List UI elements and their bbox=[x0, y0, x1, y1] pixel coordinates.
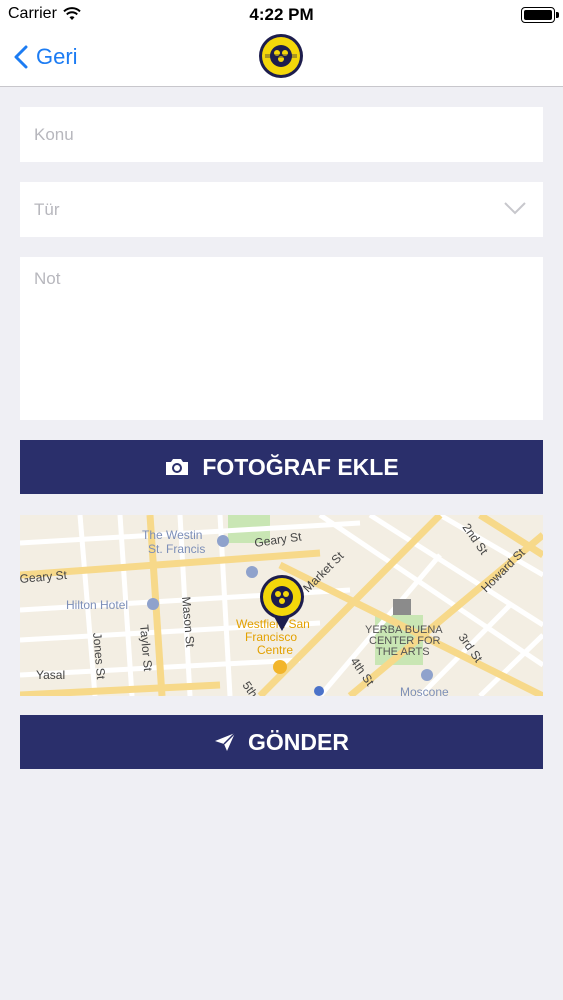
transit-poi-icon bbox=[314, 686, 324, 696]
mail-poi-icon bbox=[246, 566, 258, 578]
note-field-container bbox=[20, 257, 543, 420]
buca-logo-icon bbox=[259, 34, 303, 78]
send-label: GÖNDER bbox=[248, 728, 349, 755]
map-label-westfield-2: Francisco bbox=[245, 630, 297, 644]
map-legal-link[interactable]: Yasal bbox=[36, 668, 65, 682]
send-button[interactable]: GÖNDER bbox=[20, 715, 543, 769]
add-photo-button[interactable]: FOTOĞRAF EKLE bbox=[20, 440, 543, 494]
map-label-moscone: Moscone bbox=[400, 685, 449, 696]
map-label-yerba-3: THE ARTS bbox=[376, 646, 430, 658]
chevron-left-icon bbox=[14, 45, 28, 69]
navigation-bar: Geri bbox=[0, 30, 563, 87]
note-textarea[interactable] bbox=[20, 257, 543, 420]
subject-field-container bbox=[20, 107, 543, 162]
map-label-westin-2: St. Francis bbox=[148, 542, 205, 556]
back-button[interactable]: Geri bbox=[14, 40, 78, 74]
status-time: 4:22 PM bbox=[249, 5, 314, 24]
map-canvas: The Westin St. Francis Geary St Geary St… bbox=[20, 515, 543, 696]
convention-poi-icon bbox=[421, 669, 433, 681]
map-label-westfield-3: Centre bbox=[257, 643, 293, 657]
camera-icon bbox=[166, 459, 189, 475]
subject-input[interactable] bbox=[20, 107, 543, 162]
shopping-poi-icon bbox=[273, 660, 287, 674]
back-button-label: Geri bbox=[36, 44, 78, 69]
type-select[interactable]: Tür bbox=[20, 182, 543, 237]
map-label-hilton: Hilton Hotel bbox=[66, 598, 128, 612]
battery-icon bbox=[521, 7, 559, 23]
paper-plane-icon bbox=[215, 732, 236, 751]
add-photo-label: FOTOĞRAF EKLE bbox=[202, 453, 399, 480]
chevron-down-icon bbox=[504, 202, 526, 215]
location-map[interactable]: The Westin St. Francis Geary St Geary St… bbox=[20, 515, 543, 696]
museum-poi-icon bbox=[393, 599, 411, 615]
type-select-placeholder: Tür bbox=[34, 199, 60, 219]
map-label-westfield-1: Westfield San bbox=[236, 617, 310, 631]
map-label-westin-1: The Westin bbox=[142, 528, 202, 542]
status-bar: Carrier 4:22 PM bbox=[0, 0, 563, 30]
